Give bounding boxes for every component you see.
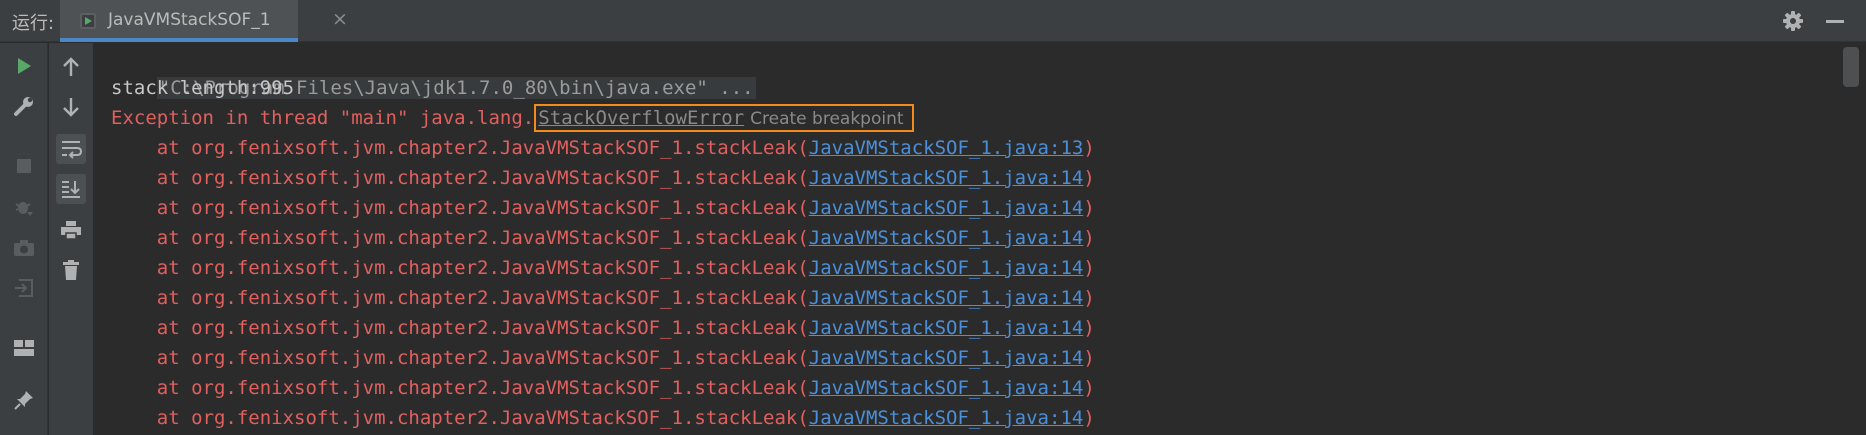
console-line-command: "C:\Program Files\Java\jdk1.7.0_80\bin\j… <box>111 43 756 99</box>
soft-wrap-icon <box>62 141 82 159</box>
scroll-to-end-button[interactable] <box>56 174 86 204</box>
edit-config-button[interactable] <box>9 91 39 121</box>
stack-frame-close-paren: ) <box>1083 347 1095 369</box>
trash-icon <box>63 260 79 280</box>
run-toolbar-secondary <box>49 43 94 435</box>
stack-frame-line: at org.fenixsoft.jvm.chapter2.JavaVMStac… <box>111 163 1095 193</box>
stack-frame-line: at org.fenixsoft.jvm.chapter2.JavaVMStac… <box>111 193 1095 223</box>
stack-frame-method: at org.fenixsoft.jvm.chapter2.JavaVMStac… <box>111 257 809 279</box>
pin-tab-button[interactable] <box>9 385 39 415</box>
minimize-icon[interactable] <box>1826 20 1844 23</box>
rerun-button[interactable] <box>9 51 39 81</box>
gear-icon[interactable] <box>1782 10 1804 32</box>
stack-frame-line: at org.fenixsoft.jvm.chapter2.JavaVMStac… <box>111 403 1095 433</box>
stack-frame-line: at org.fenixsoft.jvm.chapter2.JavaVMStac… <box>111 313 1095 343</box>
stack-frame-line: at org.fenixsoft.jvm.chapter2.JavaVMStac… <box>111 343 1095 373</box>
run-tool-window-header: 运行: JavaVMStackSOF_1 × <box>0 0 1866 42</box>
stop-icon <box>17 159 31 173</box>
stack-frame-close-paren: ) <box>1083 227 1095 249</box>
source-link[interactable]: JavaVMStackSOF_1.java:14 <box>809 227 1084 249</box>
exception-prefix: Exception in thread "main" java.lang. <box>111 107 535 129</box>
vertical-scrollbar[interactable] <box>1840 43 1866 435</box>
exception-class-link[interactable]: StackOverflowError <box>538 107 744 129</box>
create-breakpoint-link[interactable]: Create breakpoint <box>750 109 903 129</box>
stack-frame-method: at org.fenixsoft.jvm.chapter2.JavaVMStac… <box>111 317 809 339</box>
run-label: 运行: <box>12 13 55 34</box>
console-line-exception: Exception in thread "main" java.lang. Sta… <box>111 103 914 133</box>
close-icon[interactable]: × <box>332 8 348 30</box>
source-link[interactable]: JavaVMStackSOF_1.java:14 <box>809 167 1084 189</box>
dump-threads-button[interactable] <box>9 233 39 263</box>
source-link[interactable]: JavaVMStackSOF_1.java:14 <box>809 317 1084 339</box>
stack-frame-line: at org.fenixsoft.jvm.chapter2.JavaVMStac… <box>111 253 1095 283</box>
source-link[interactable]: JavaVMStackSOF_1.java:14 <box>809 407 1084 429</box>
source-link[interactable]: JavaVMStackSOF_1.java:14 <box>809 377 1084 399</box>
exception-highlight: StackOverflowError Create breakpoint <box>534 104 914 132</box>
source-link[interactable]: JavaVMStackSOF_1.java:14 <box>809 197 1084 219</box>
console-output[interactable]: "C:\Program Files\Java\jdk1.7.0_80\bin\j… <box>95 43 1840 435</box>
stack-frame-close-paren: ) <box>1083 137 1095 159</box>
stack-frame-close-paren: ) <box>1083 257 1095 279</box>
clear-all-button[interactable] <box>56 255 86 285</box>
stack-frame-line: at org.fenixsoft.jvm.chapter2.JavaVMStac… <box>111 133 1095 163</box>
stack-frame-line: at org.fenixsoft.jvm.chapter2.JavaVMStac… <box>111 373 1095 403</box>
stack-frame-line: at org.fenixsoft.jvm.chapter2.JavaVMStac… <box>111 283 1095 313</box>
print-button[interactable] <box>56 215 86 245</box>
stack-frame-method: at org.fenixsoft.jvm.chapter2.JavaVMStac… <box>111 377 809 399</box>
stack-frame-method: at org.fenixsoft.jvm.chapter2.JavaVMStac… <box>111 287 809 309</box>
exit-button[interactable] <box>9 273 39 303</box>
source-link[interactable]: JavaVMStackSOF_1.java:13 <box>809 137 1084 159</box>
stack-frame-method: at org.fenixsoft.jvm.chapter2.JavaVMStac… <box>111 407 809 429</box>
stack-frame-close-paren: ) <box>1083 287 1095 309</box>
next-occurrence-button[interactable] <box>56 92 86 122</box>
stack-frame-method: at org.fenixsoft.jvm.chapter2.JavaVMStac… <box>111 227 809 249</box>
pin-icon <box>14 391 33 410</box>
previous-occurrence-button[interactable] <box>56 52 86 82</box>
tab-run-config[interactable]: JavaVMStackSOF_1 × <box>60 0 348 42</box>
camera-icon <box>14 240 34 256</box>
scroll-to-end-icon <box>62 181 80 198</box>
source-link[interactable]: JavaVMStackSOF_1.java:14 <box>809 347 1084 369</box>
source-link[interactable]: JavaVMStackSOF_1.java:14 <box>809 257 1084 279</box>
wrench-icon <box>14 97 33 116</box>
print-icon <box>61 221 81 240</box>
stack-frame-line: at org.fenixsoft.jvm.chapter2.JavaVMStac… <box>111 223 1095 253</box>
run-toolbar-primary <box>0 43 48 435</box>
tab-label: JavaVMStackSOF_1 <box>108 10 271 30</box>
stack-frame-method: at org.fenixsoft.jvm.chapter2.JavaVMStac… <box>111 197 809 219</box>
debug-button[interactable] <box>9 192 39 222</box>
console-line-stack-length: stack length:995 <box>111 77 295 99</box>
restore-layout-button[interactable] <box>9 333 39 363</box>
stop-button[interactable] <box>9 151 39 181</box>
layout-icon <box>14 340 34 356</box>
play-icon <box>18 58 31 74</box>
stack-frame-method: at org.fenixsoft.jvm.chapter2.JavaVMStac… <box>111 137 809 159</box>
arrow-down-icon <box>63 98 79 117</box>
login-icon <box>15 279 33 297</box>
stack-frame-method: at org.fenixsoft.jvm.chapter2.JavaVMStac… <box>111 347 809 369</box>
bug-icon <box>15 202 33 216</box>
scrollbar-thumb[interactable] <box>1843 47 1859 87</box>
stack-frame-close-paren: ) <box>1083 317 1095 339</box>
run-config-icon <box>80 13 96 29</box>
source-link[interactable]: JavaVMStackSOF_1.java:14 <box>809 287 1084 309</box>
soft-wrap-button[interactable] <box>56 134 86 164</box>
arrow-up-icon <box>63 57 79 76</box>
stack-frame-close-paren: ) <box>1083 407 1095 429</box>
stack-frame-close-paren: ) <box>1083 197 1095 219</box>
stack-frame-close-paren: ) <box>1083 167 1095 189</box>
stack-frame-close-paren: ) <box>1083 377 1095 399</box>
stack-frame-method: at org.fenixsoft.jvm.chapter2.JavaVMStac… <box>111 167 809 189</box>
